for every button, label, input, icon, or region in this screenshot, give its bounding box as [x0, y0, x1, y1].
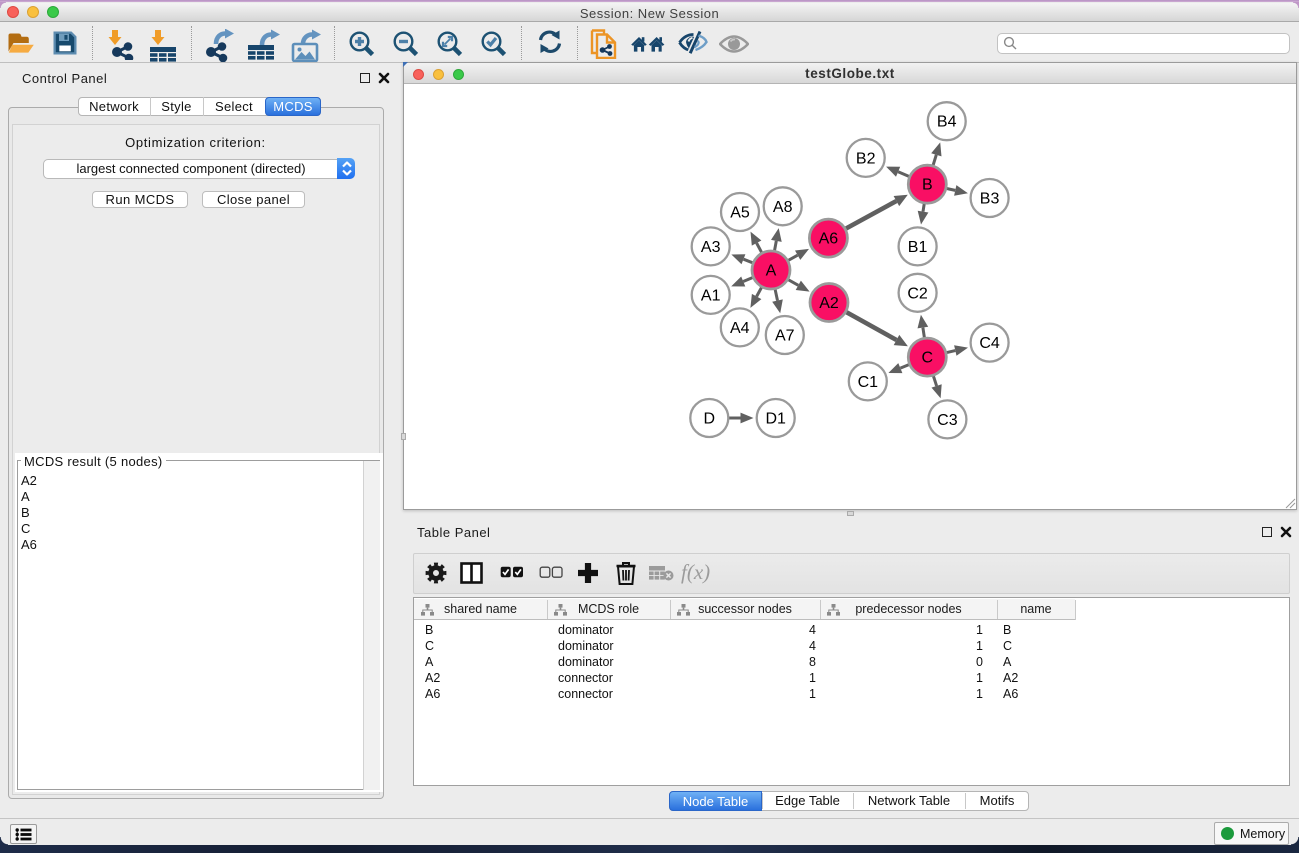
svg-text:A4: A4 [730, 320, 750, 337]
svg-text:C: C [922, 350, 934, 367]
svg-text:D: D [704, 411, 716, 428]
svg-text:A8: A8 [773, 199, 793, 216]
svg-text:A6: A6 [819, 231, 839, 248]
svg-text:A3: A3 [701, 239, 721, 256]
svg-text:C2: C2 [907, 285, 928, 302]
svg-text:A1: A1 [701, 287, 721, 304]
svg-text:A2: A2 [819, 295, 839, 312]
svg-text:A: A [766, 263, 777, 280]
svg-text:C1: C1 [858, 374, 879, 391]
svg-text:B2: B2 [856, 150, 876, 167]
svg-text:D1: D1 [765, 411, 786, 428]
svg-text:B3: B3 [980, 191, 1000, 208]
svg-text:B1: B1 [908, 239, 928, 256]
svg-text:B4: B4 [937, 114, 957, 131]
svg-text:B: B [922, 177, 933, 194]
svg-text:A7: A7 [775, 328, 795, 345]
svg-text:C4: C4 [979, 335, 1000, 352]
svg-text:C3: C3 [937, 412, 958, 429]
svg-text:A5: A5 [730, 205, 750, 222]
